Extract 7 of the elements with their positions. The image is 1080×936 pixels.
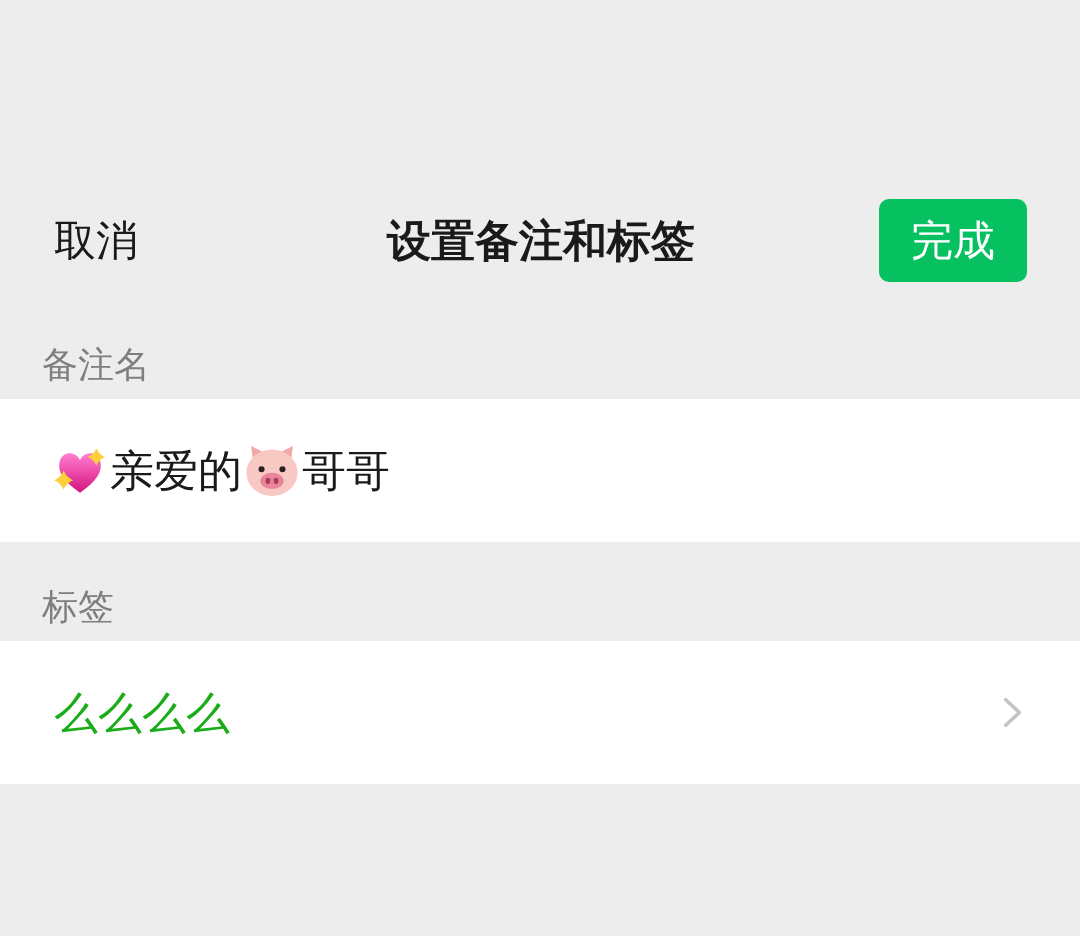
cancel-button[interactable]: 取消 bbox=[54, 215, 138, 266]
page-title: 设置备注和标签 bbox=[386, 214, 695, 267]
pig-face-icon bbox=[246, 445, 298, 496]
section-label: 备注名 bbox=[42, 347, 150, 383]
remark-name-field[interactable]: 亲爱的 哥哥 bbox=[0, 399, 1080, 542]
section-label: 标签 bbox=[42, 589, 114, 625]
chevron-right-icon bbox=[1003, 697, 1023, 728]
